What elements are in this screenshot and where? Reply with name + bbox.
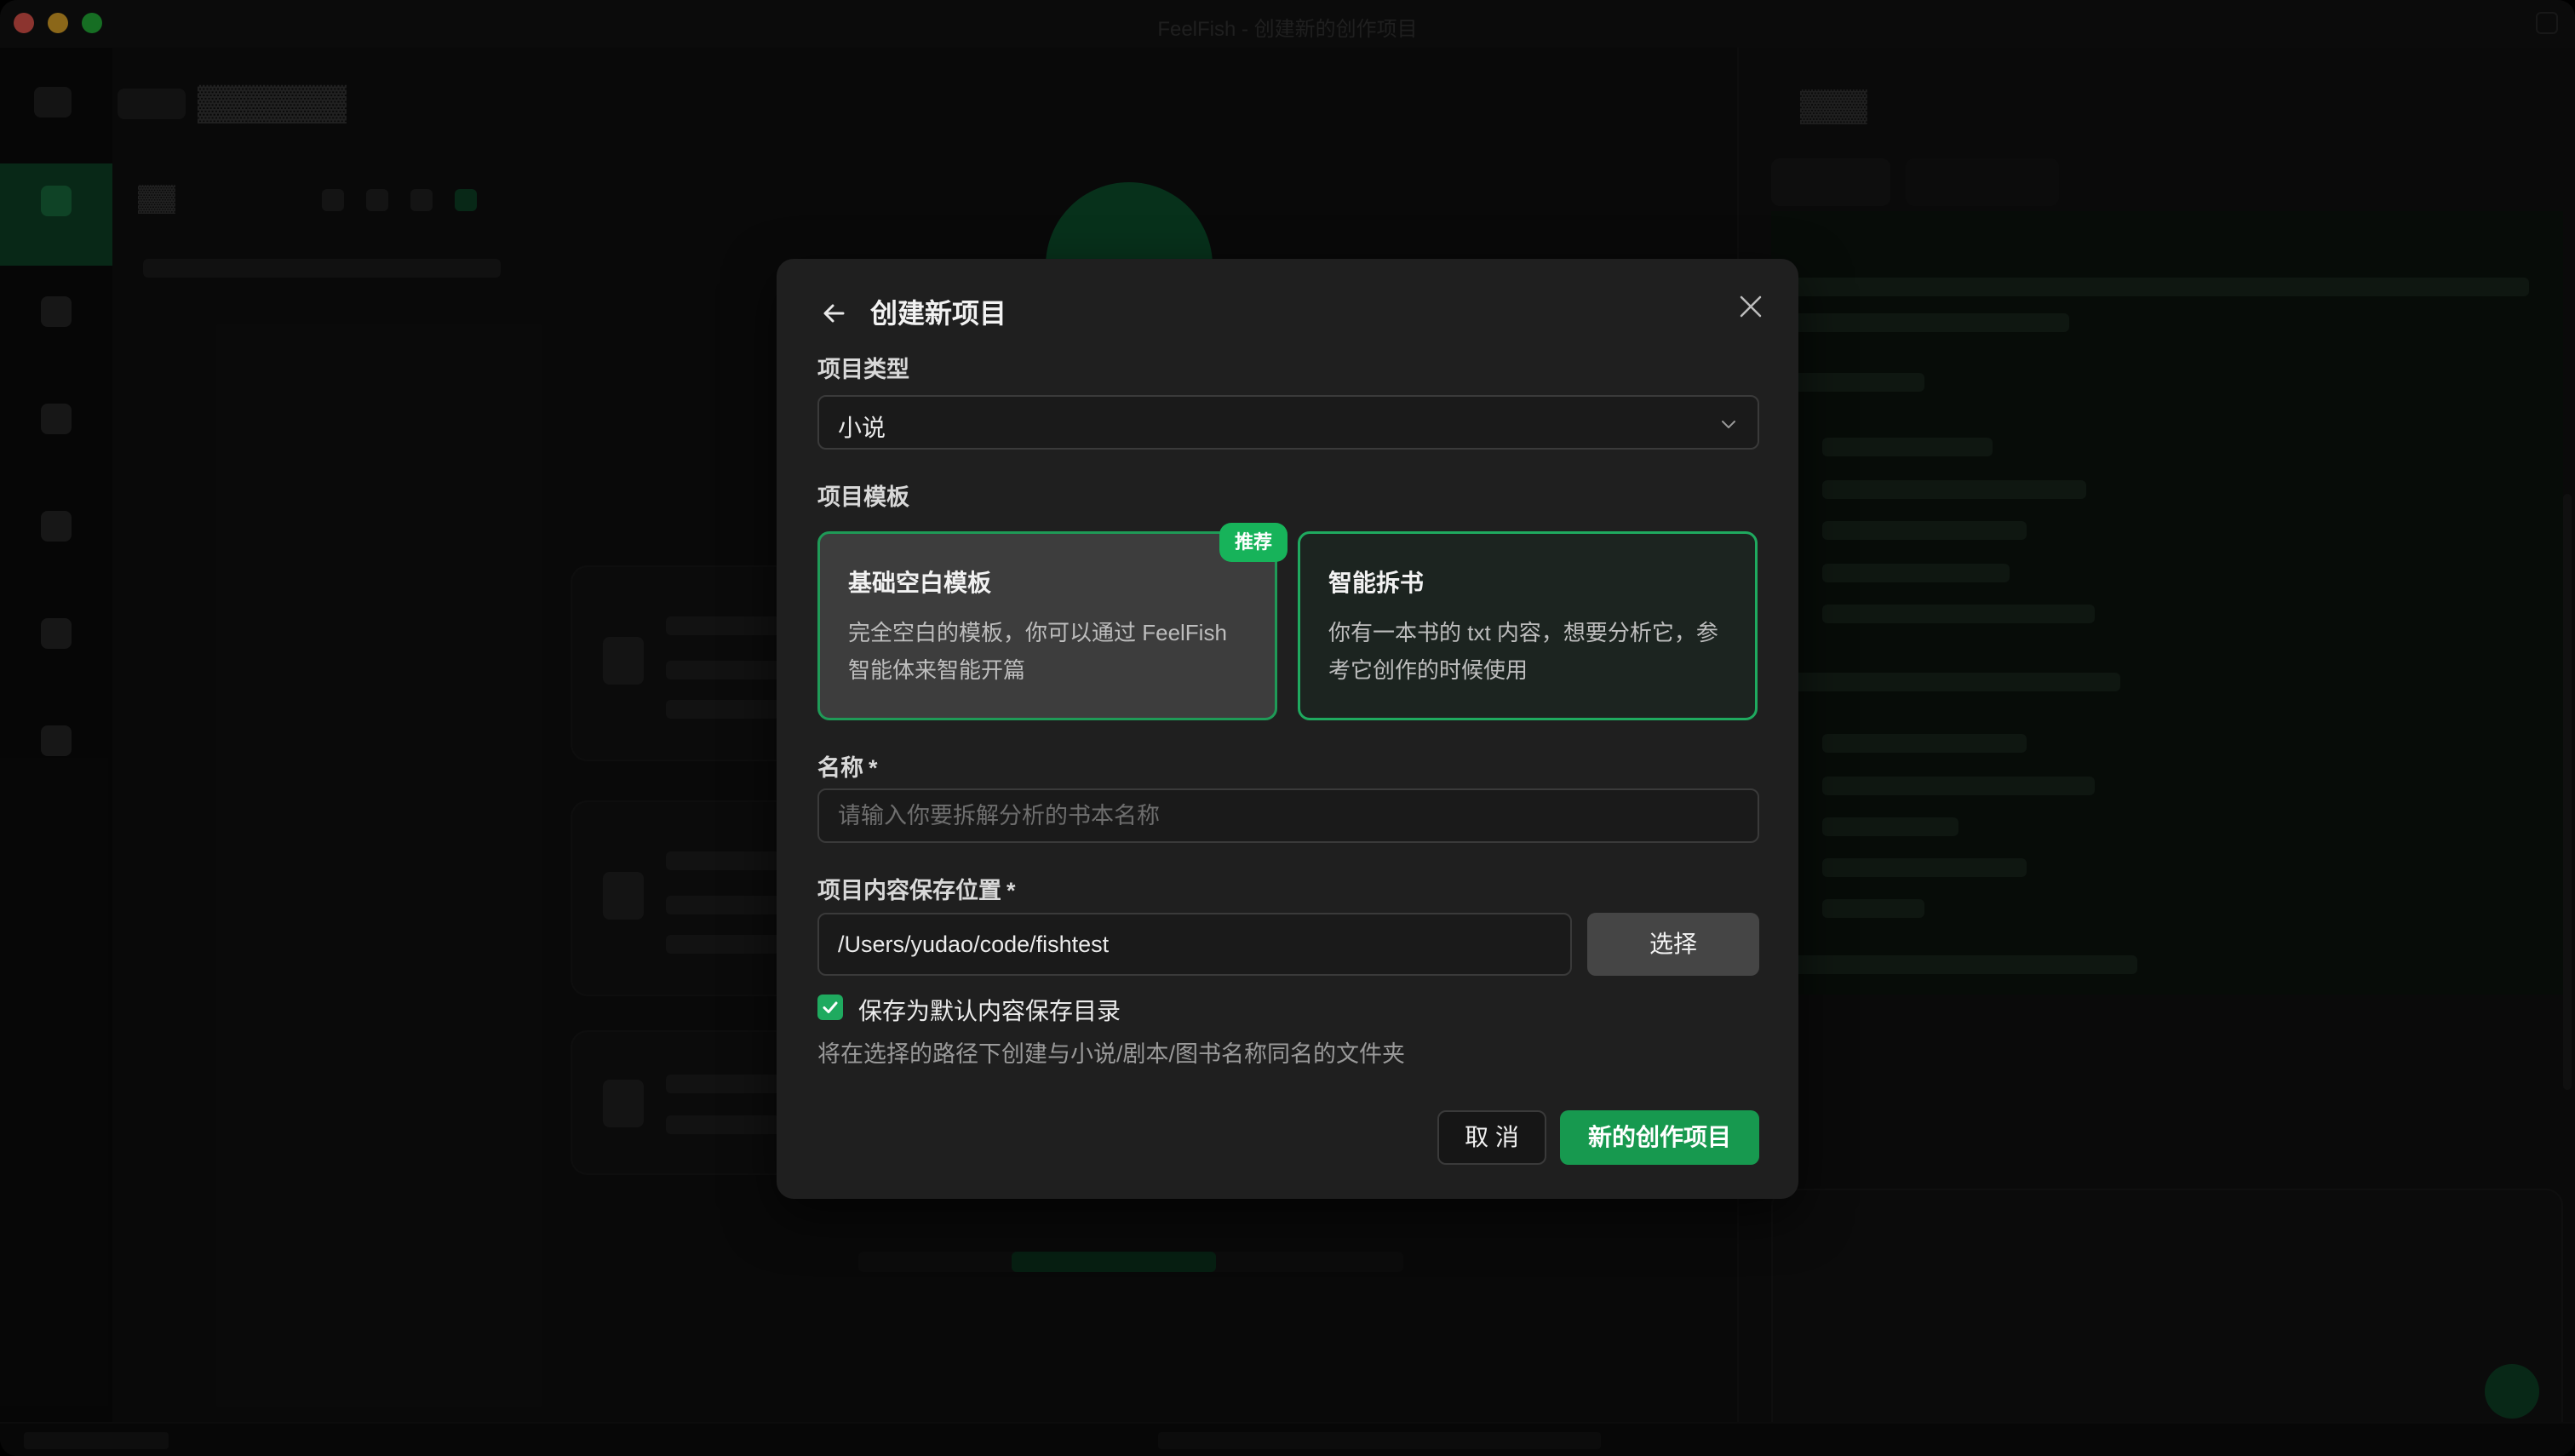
template-title: 基础空白模板 [848,570,992,596]
create-project-button[interactable]: 新的创作项目 [1560,1110,1759,1165]
template-card-book-analysis[interactable]: 智能拆书 你有一本书的 txt 内容，想要分析它，参考它创作的时候使用 [1298,531,1758,720]
create-project-dialog: 创建新项目 项目类型 小说 项目模板 基础空白模板 完全空白的模板，你可以通过 … [777,259,1798,1199]
template-title: 智能拆书 [1328,570,1425,596]
dialog-title: 创建新项目 [870,298,1007,329]
save-location-label: 项目内容保存位置 * [817,872,1016,905]
arrow-left-icon [823,304,845,323]
save-location-input[interactable] [819,914,1570,974]
save-location-label-text: 项目内容保存位置 [817,878,1001,903]
name-label-text: 名称 [817,755,863,781]
folder-hint-text: 将在选择的路径下创建与小说/剧本/图书名称同名的文件夹 [817,1041,1406,1067]
required-mark: * [869,755,878,781]
save-location-field[interactable] [817,913,1572,976]
close-icon [1740,295,1762,318]
template-description: 你有一本书的 txt 内容，想要分析它，参考它创作的时候使用 [1328,620,1718,683]
template-description: 完全空白的模板，你可以通过 FeelFish 智能体来智能开篇 [848,620,1227,683]
required-mark: * [1006,878,1016,903]
choose-folder-button[interactable]: 选择 [1587,913,1759,976]
default-dir-checkbox-label[interactable]: 保存为默认内容保存目录 [858,993,1121,1027]
name-label: 名称 * [817,749,878,782]
name-input[interactable] [819,790,1758,841]
cancel-button[interactable]: 取 消 [1437,1110,1546,1165]
checkmark-icon [823,1001,838,1013]
template-card-blank[interactable]: 基础空白模板 完全空白的模板，你可以通过 FeelFish 智能体来智能开篇 [817,531,1277,720]
back-button[interactable] [817,296,852,330]
recommended-badge: 推荐 [1219,523,1288,562]
close-button[interactable] [1734,289,1768,324]
project-template-label: 项目模板 [817,484,909,510]
project-type-label: 项目类型 [817,357,909,382]
chevron-down-icon [1722,421,1735,428]
project-type-value: 小说 [838,415,886,441]
default-dir-checkbox[interactable] [817,995,843,1020]
name-field[interactable] [817,788,1759,843]
project-type-select[interactable]: 小说 [817,395,1759,450]
